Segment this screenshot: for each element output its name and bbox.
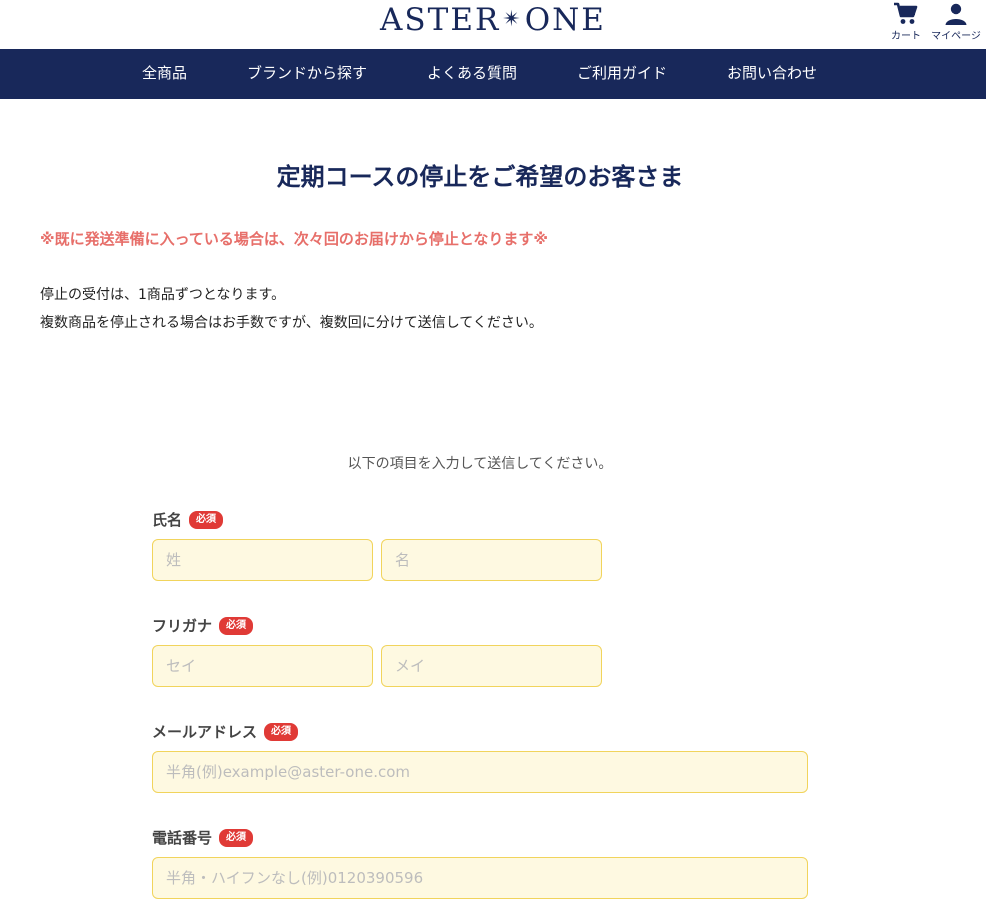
phone-label: 電話番号 必須 bbox=[152, 827, 254, 848]
name-label-text: 氏名 bbox=[152, 511, 183, 529]
email-input[interactable] bbox=[152, 751, 808, 793]
kana-label: フリガナ 必須 bbox=[152, 615, 254, 636]
phone-label-text: 電話番号 bbox=[152, 829, 213, 847]
required-badge: 必須 bbox=[219, 828, 254, 847]
nav-item-contact[interactable]: お問い合わせ bbox=[727, 49, 817, 99]
mypage-button[interactable]: マイページ bbox=[928, 2, 984, 42]
mypage-label: マイページ bbox=[931, 31, 981, 42]
required-badge: 必須 bbox=[219, 616, 254, 635]
last-name-input[interactable] bbox=[152, 539, 373, 581]
last-name-kana-input[interactable] bbox=[152, 645, 373, 687]
email-label-text: メールアドレス bbox=[152, 723, 258, 741]
email-label: メールアドレス 必須 bbox=[152, 721, 299, 742]
cart-icon bbox=[894, 2, 918, 24]
required-badge: 必須 bbox=[189, 510, 224, 529]
main-nav: 全商品 ブランドから探す よくある質問 ご利用ガイド お問い合わせ bbox=[0, 49, 986, 99]
nav-item-all-products[interactable]: 全商品 bbox=[142, 49, 187, 99]
nav-item-brands[interactable]: ブランドから探す bbox=[247, 49, 367, 99]
description-line-1: 停止の受付は、1商品ずつとなります。 bbox=[40, 287, 286, 303]
name-label: 氏名 必須 bbox=[152, 509, 224, 530]
user-icon bbox=[945, 3, 967, 25]
first-name-kana-input[interactable] bbox=[381, 645, 602, 687]
logo-text-left: ASTER bbox=[380, 2, 501, 38]
site-header: ASTER✴ONE カート マイページ bbox=[0, 0, 986, 49]
description-line-2: 複数商品を停止される場合はお手数ですが、複数回に分けて送信してください。 bbox=[40, 315, 543, 331]
logo-star-icon: ✴ bbox=[502, 7, 523, 32]
form-intro: 以下の項目を入力して送信してください。 bbox=[347, 456, 613, 472]
nav-item-guide[interactable]: ご利用ガイド bbox=[577, 49, 667, 99]
site-logo[interactable]: ASTER✴ONE bbox=[0, 2, 986, 38]
warning-notice: ※既に発送準備に入っている場合は、次々回のお届けから停止となります※ bbox=[40, 230, 548, 248]
cart-label: カート bbox=[891, 31, 921, 42]
phone-input[interactable] bbox=[152, 857, 808, 899]
cart-button[interactable]: カート bbox=[886, 2, 926, 42]
required-badge: 必須 bbox=[264, 722, 299, 741]
kana-label-text: フリガナ bbox=[152, 617, 213, 635]
logo-text-right: ONE bbox=[524, 2, 606, 38]
page-title: 定期コースの停止をご希望のお客さま bbox=[276, 163, 684, 191]
first-name-input[interactable] bbox=[381, 539, 602, 581]
nav-item-faq[interactable]: よくある質問 bbox=[427, 49, 517, 99]
